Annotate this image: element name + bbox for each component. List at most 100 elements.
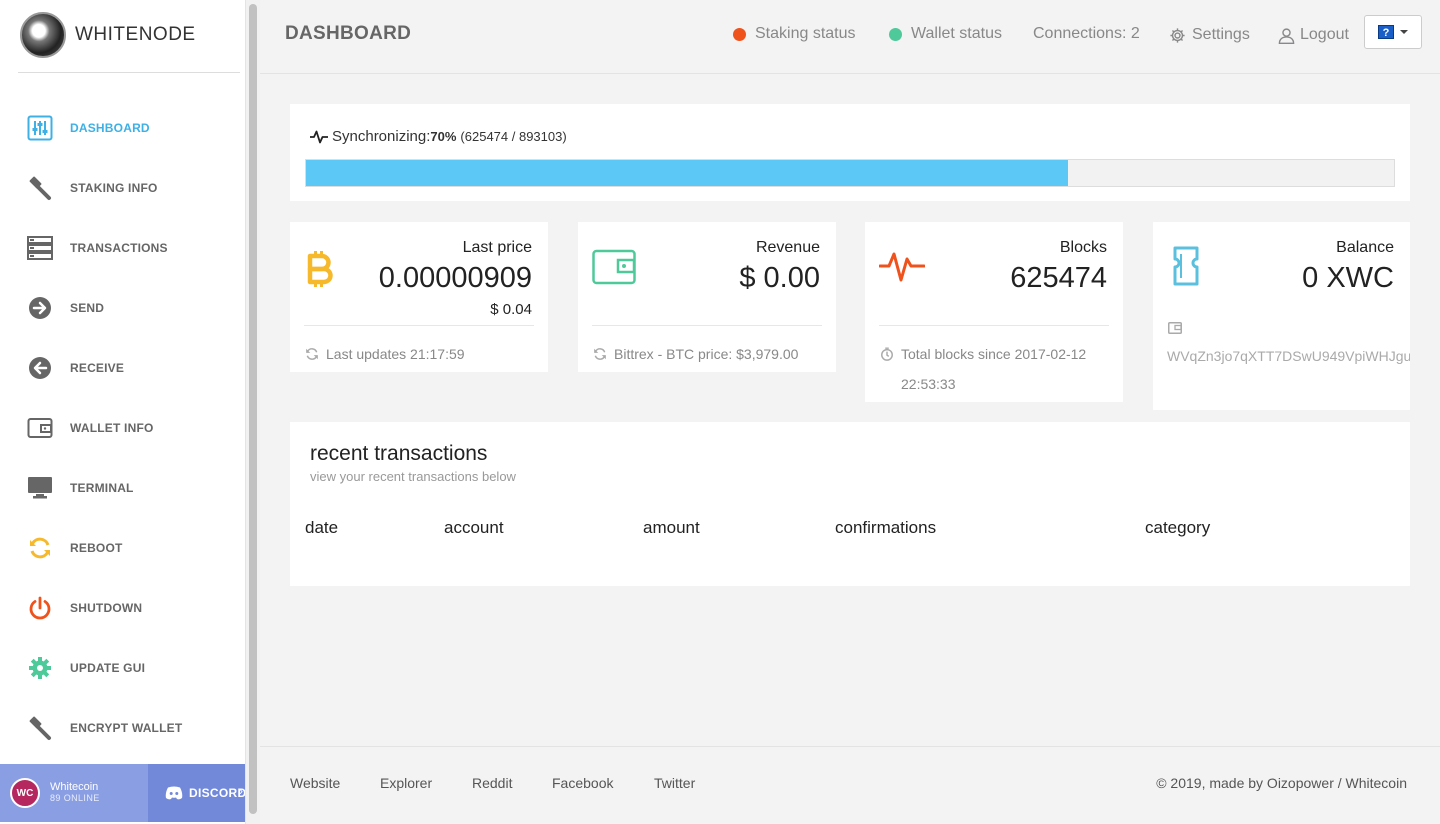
settings-label: Settings xyxy=(1192,26,1250,43)
sidebar-item-transactions[interactable]: TRANSACTIONS xyxy=(0,218,245,278)
balance-value: 0 XWC xyxy=(1302,262,1394,294)
column-header-date[interactable]: date xyxy=(305,518,338,538)
settings-link[interactable]: Settings xyxy=(1169,26,1250,44)
sidebar-item-receive[interactable]: RECEIVE xyxy=(0,338,245,398)
btc-price-text: Bittrex - BTC price: $3,979.00 xyxy=(614,346,799,362)
sidebar-item-encrypt-wallet[interactable]: ENCRYPT WALLET xyxy=(0,698,245,758)
blocks-footer: Total blocks since 2017-02-12 22:53:33 xyxy=(880,339,1110,399)
footer-link-twitter[interactable]: Twitter xyxy=(654,775,695,791)
logout-link[interactable]: Logout xyxy=(1278,26,1349,44)
footer-link-explorer[interactable]: Explorer xyxy=(380,775,432,791)
sidebar-item-label: RECEIVE xyxy=(70,361,125,375)
wallet-address[interactable]: WVqZn3jo7qXTT7DSwU949VpiWHJguBaQ xyxy=(1167,348,1410,364)
staking-status[interactable]: Staking status xyxy=(733,25,856,43)
divider xyxy=(304,325,534,326)
wallet-icon xyxy=(1168,321,1182,339)
discord-widget[interactable]: WC Whitecoin 89 ONLINE DISCORD › xyxy=(0,764,246,822)
discord-server: WC Whitecoin 89 ONLINE xyxy=(0,764,148,822)
column-header-category[interactable]: category xyxy=(1145,518,1210,538)
sync-progress-fill xyxy=(306,160,1068,186)
column-header-amount[interactable]: amount xyxy=(643,518,700,538)
divider xyxy=(18,72,240,73)
wallet-icon xyxy=(592,249,636,290)
sidebar-item-label: STAKING INFO xyxy=(70,181,158,195)
whitenode-logo xyxy=(20,12,66,58)
wallet-icon xyxy=(27,415,53,441)
bitcoin-icon xyxy=(305,249,335,294)
sidebar: WHITENODE DASHBOARD STAKING INFO TRANSAC… xyxy=(0,0,246,824)
sync-status: Synchronizing: 70% (625474 / 893103) xyxy=(310,128,567,145)
sidebar-scrollbar[interactable] xyxy=(245,0,260,824)
sidebar-nav: DASHBOARD STAKING INFO TRANSACTIONS SEND… xyxy=(0,98,245,758)
user-icon xyxy=(1278,27,1295,44)
revenue-value: $ 0.00 xyxy=(739,262,820,294)
divider xyxy=(879,325,1109,326)
page-title: DASHBOARD xyxy=(285,23,412,44)
gavel-icon xyxy=(27,715,53,741)
stopwatch-icon xyxy=(881,347,893,361)
sidebar-item-wallet-info[interactable]: WALLET INFO xyxy=(0,398,245,458)
footer-link-website[interactable]: Website xyxy=(290,775,340,791)
sidebar-item-label: DASHBOARD xyxy=(70,121,150,135)
scrollbar-thumb[interactable] xyxy=(249,4,257,814)
language-dropdown[interactable]: ? xyxy=(1364,15,1422,49)
discord-join-button[interactable]: DISCORD xyxy=(165,764,246,822)
revenue-title: Revenue xyxy=(755,239,820,256)
sliders-icon xyxy=(27,115,53,141)
sidebar-item-label: WALLET INFO xyxy=(70,421,154,435)
refresh-icon xyxy=(306,348,318,360)
column-header-account[interactable]: account xyxy=(444,518,504,538)
gear-icon xyxy=(1170,27,1185,43)
brand-name: WHITENODE xyxy=(75,24,196,45)
balance-title: Balance xyxy=(1336,239,1394,256)
footer-link-facebook[interactable]: Facebook xyxy=(552,775,613,791)
sidebar-item-label: SHUTDOWN xyxy=(70,601,143,615)
connections-count: Connections: 2 xyxy=(1033,25,1140,42)
sidebar-item-send[interactable]: SEND xyxy=(0,278,245,338)
blocks-card: Blocks 625474 Total blocks since 2017-02… xyxy=(865,222,1123,402)
ticket-icon xyxy=(1173,246,1199,291)
sync-card: Synchronizing: 70% (625474 / 893103) xyxy=(290,104,1410,201)
whitecoin-logo: WC xyxy=(10,778,40,808)
discord-icon xyxy=(165,786,183,800)
sidebar-item-shutdown[interactable]: SHUTDOWN xyxy=(0,578,245,638)
gavel-icon xyxy=(27,175,53,201)
wallet-status-dot xyxy=(889,27,902,41)
heartbeat-icon xyxy=(878,246,926,291)
sidebar-item-reboot[interactable]: REBOOT xyxy=(0,518,245,578)
blocks-title: Blocks xyxy=(1059,239,1107,256)
sidebar-item-staking-info[interactable]: STAKING INFO xyxy=(0,158,245,218)
blocks-value: 625474 xyxy=(1010,262,1107,294)
recent-transactions-card: recent transactions view your recent tra… xyxy=(290,422,1410,586)
column-header-confirmations[interactable]: confirmations xyxy=(835,518,936,538)
sidebar-item-update-gui[interactable]: UPDATE GUI xyxy=(0,638,245,698)
sidebar-item-label: UPDATE GUI xyxy=(70,661,146,675)
revenue-footer: Bittrex - BTC price: $3,979.00 xyxy=(593,339,798,369)
sync-label: Synchronizing: xyxy=(332,128,431,145)
discord-server-info: Whitecoin 89 ONLINE xyxy=(50,782,100,804)
total-blocks-text: Total blocks since 2017-02-12 22:53:33 xyxy=(901,346,1087,392)
sidebar-item-terminal[interactable]: TERMINAL xyxy=(0,458,245,518)
sidebar-item-label: TRANSACTIONS xyxy=(70,241,168,255)
flag-icon: ? xyxy=(1378,25,1394,39)
balance-card: Balance 0 XWC WVqZn3jo7qXTT7DSwU949VpiWH… xyxy=(1153,222,1410,410)
wallet-status[interactable]: Wallet status xyxy=(889,25,1002,43)
copyright-text: © 2019, made by Oizopower / Whitecoin xyxy=(1156,775,1407,791)
last-price-value: 0.00000909 xyxy=(378,262,532,294)
sync-percent: 70% xyxy=(430,129,457,144)
footer-link-reddit[interactable]: Reddit xyxy=(472,775,512,791)
last-price-title: Last price xyxy=(462,239,532,256)
power-icon xyxy=(27,595,53,621)
gear-icon xyxy=(27,655,53,681)
staking-status-dot xyxy=(733,27,746,41)
divider xyxy=(592,325,822,326)
top-header: DASHBOARD Staking status Wallet status C… xyxy=(260,0,1440,74)
refresh-icon xyxy=(594,348,606,360)
sync-count: (625474 / 893103) xyxy=(460,129,567,144)
pulse-icon xyxy=(310,130,328,143)
monitor-icon xyxy=(27,475,53,501)
footer: Website Explorer Reddit Facebook Twitter… xyxy=(260,746,1440,824)
discord-server-name: Whitecoin xyxy=(50,781,99,793)
brand[interactable]: WHITENODE xyxy=(20,12,196,58)
sidebar-item-dashboard[interactable]: DASHBOARD xyxy=(0,98,245,158)
